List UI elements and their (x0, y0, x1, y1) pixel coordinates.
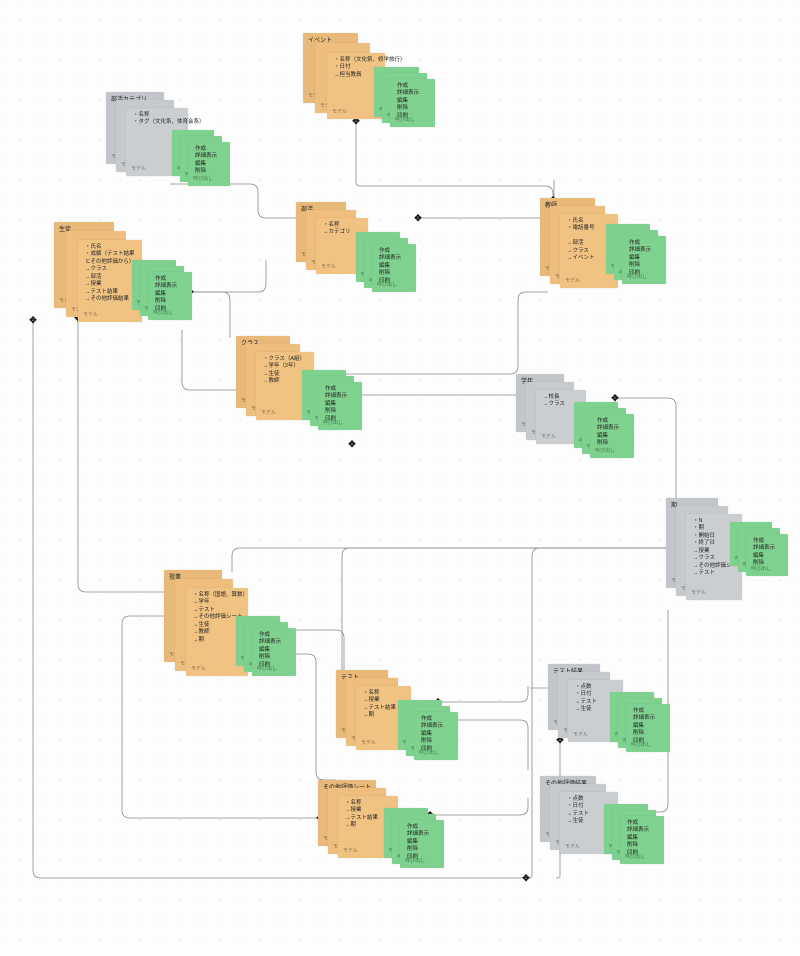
attrs-event: ・名称（文化祭、修学旅行） ・日付 →担当教員 モデル (327, 53, 385, 119)
anchor-icon: ✥ (433, 697, 443, 707)
attrs-klass: ・クラス（A組）→学年（2年）→生徒→教師 モデル (256, 352, 314, 420)
crud-grade: 作成詳細表示編集削除 呼び出し (590, 414, 634, 458)
node-lesson: 授業 モデル モデル ・名称（国語、算数）→学年→テスト→その他評価シート→生徒… (164, 570, 314, 690)
node-othersheet: その他評価シート モデル モデル ・名称→授業→テスト結果→期 モデル 呼び出し… (318, 780, 458, 875)
title-lesson: 授業 (169, 574, 217, 582)
node-klass: クラス モデル モデル ・クラス（A組）→学年（2年）→生徒→教師 モデル 呼び… (236, 336, 376, 436)
attrs-student: ・氏名 ・成績（テスト結果とその他評価から） →クラス→部活→授業→テスト結果→… (78, 240, 142, 322)
anchor-icon: ✥ (185, 287, 195, 297)
anchor-icon: ✥ (320, 369, 330, 379)
crud-term: 作成詳細表示編集削除 呼び出し (746, 534, 788, 576)
title-otherresult: その他評価結果 (545, 780, 591, 788)
node-clubcat: 部活カテゴリ モデル モデル ・名称・タグ（文化系、体育会系） モデル 呼び出し… (106, 92, 226, 192)
node-event: イベント モデル モデル ・名称（文化祭、修学旅行） ・日付 →担当教員 モデル… (303, 33, 443, 123)
node-test: テスト モデル モデル ・名称→授業→テスト結果→期 モデル 呼び出し 呼び出し… (336, 670, 476, 765)
anchor-icon: ✥ (337, 675, 347, 685)
attrs-othersheet: ・名称→授業→テスト結果→期 モデル (338, 796, 398, 858)
attrs-lesson: ・名称（国語、算数）→学年→テスト→その他評価シート→生徒→教師→期 モデル (186, 588, 248, 676)
connectors (0, 0, 800, 956)
node-testresult: テスト結果 モデル モデル ・点数・日付→テスト→生徒 モデル 呼び出し 呼び出… (548, 664, 688, 759)
node-teacher: 教師 モデル モデル ・氏名・電話番号 →部活→クラス→イベント モデル 呼び出… (540, 198, 680, 298)
node-otherresult: その他評価結果 モデル モデル ・点数・日付→テスト→生徒 モデル 呼び出し 呼… (540, 776, 680, 871)
anchor-icon: ✥ (521, 873, 531, 883)
node-term: 期 モデル モデル ・N・期・開始日・終了日→授業→クラス→その他評価シート→テ… (666, 498, 796, 608)
anchor-icon: ✥ (413, 213, 423, 223)
anchor-icon: ✥ (425, 810, 435, 820)
attrs-grade: →校長→クラス モデル (536, 390, 586, 444)
crud-testresult: 作成詳細表示編集削除印刷 呼び出し (626, 704, 670, 752)
anchor-icon: ✥ (351, 116, 361, 126)
anchor-icon: ✥ (28, 315, 38, 325)
anchor-icon: ✥ (635, 807, 645, 817)
anchor-icon: ✥ (163, 611, 173, 621)
crud-klass: 作成詳細表示編集削除印刷 呼び出し (318, 382, 362, 430)
title-club: 部活 (301, 206, 341, 214)
title-event: イベント (308, 37, 353, 45)
anchor-icon: ✥ (73, 313, 83, 323)
attrs-testresult: ・点数・日付→テスト→生徒 モデル (568, 680, 623, 742)
title-term: 期 (671, 502, 713, 510)
title-testresult: テスト結果 (553, 668, 595, 676)
attrs-otherresult: ・点数・日付→テスト→生徒 モデル (560, 792, 618, 854)
attrs-club: ・名称→カテゴリ モデル (316, 218, 368, 274)
crud-clubcat: 作成詳細表示編集削除 呼び出し (188, 142, 230, 186)
title-test: テスト (341, 674, 383, 682)
node-grade: 学年 モデル モデル →校長→クラス モデル 呼び出し 呼び出し 作成詳細表示編… (516, 374, 646, 464)
anchor-icon: ✥ (267, 649, 277, 659)
crud-club: 作成詳細表示編集削除印刷 呼び出し (372, 244, 416, 292)
attrs-test: ・名称→授業→テスト結果→期 モデル (356, 686, 411, 750)
attrs-clubcat: ・名称・タグ（文化系、体育会系） モデル (126, 108, 188, 176)
title-grade: 学年 (521, 378, 559, 386)
crud-test: 作成詳細表示編集削除印刷 呼び出し (414, 712, 458, 760)
crud-event: 作成詳細表示編集削除印刷 呼び出し (390, 79, 435, 127)
crud-teacher: 作成詳細表示編集削除印刷 呼び出し (622, 236, 666, 284)
anchor-icon: ✥ (610, 393, 620, 403)
title-clubcat: 部活カテゴリ (111, 96, 159, 104)
anchor-icon: ✥ (555, 735, 565, 745)
crud-othersheet: 作成詳細表示編集削除印刷 呼び出し (400, 820, 444, 868)
title-klass: クラス (241, 340, 285, 348)
attrs-term: ・N・期・開始日・終了日→授業→クラス→その他評価シート→テスト モデル (686, 514, 742, 600)
anchor-icon: ✥ (548, 195, 558, 205)
attrs-teacher: ・氏名・電話番号 →部活→クラス→イベント モデル (560, 214, 618, 288)
title-student: 生徒 (59, 226, 109, 234)
title-othersheet: その他評価シート (323, 784, 371, 792)
crud-otherresult: 作成詳細表示編集削除印刷 呼び出し (620, 816, 664, 864)
anchor-icon: ✥ (347, 439, 357, 449)
anchor-icon: ✥ (315, 813, 325, 823)
node-club: 部活 モデル モデル ・名称→カテゴリ モデル 呼び出し 呼び出し 作成詳細表示… (296, 202, 426, 292)
